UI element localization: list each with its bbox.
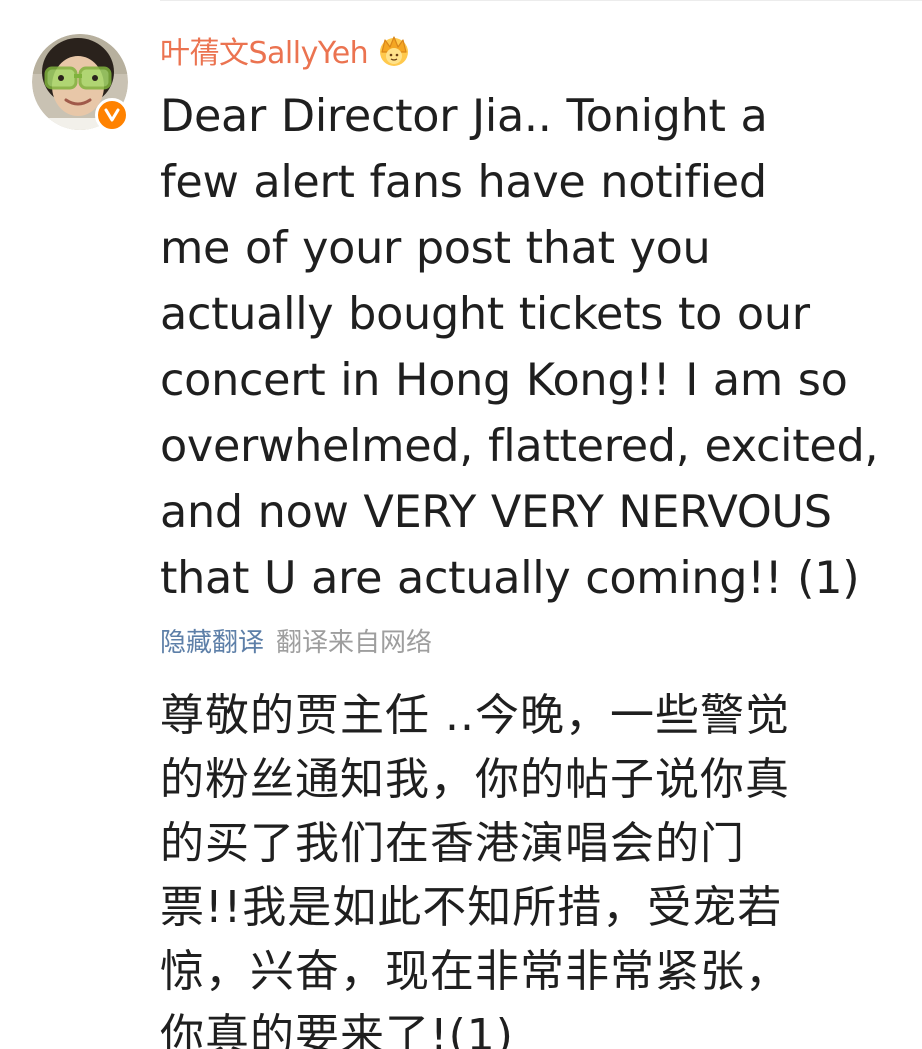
post-original-text: Dear Director Jia.. Tonight a few alert … [160,84,900,612]
original-line: me of your post that you [160,223,711,274]
author-header: 叶蒨文SallyYeh [160,28,412,72]
translated-line: 尊敬的贾主任 ..今晚，一些警觉 [160,690,790,741]
original-line: actually bought tickets to our [160,289,810,340]
translation-bar: 隐藏翻译 翻译来自网络 [160,620,432,660]
verified-badge-icon [95,98,129,132]
original-line: overwhelmed, flattered, excited, [160,421,879,472]
original-line: concert in Hong Kong!! I am so [160,355,848,406]
translated-line: 你真的要来了!(1) [160,1010,514,1049]
translated-line: 惊，兴奋，现在非常非常紧张， [160,946,790,997]
post-translated-text: 尊敬的贾主任 ..今晚，一些警觉 的粉丝通知我，你的帖子说你真 的买了我们在香港… [160,684,880,1049]
author-avatar-container[interactable] [32,34,129,132]
verified-v-icon [104,108,120,122]
original-line: Dear Director Jia.. Tonight a [160,91,768,142]
translation-source-label: 翻译来自网络 [276,627,433,658]
translated-line: 票!!我是如此不知所措，受宠若 [160,882,783,933]
author-name[interactable]: 叶蒨文SallyYeh [160,28,369,72]
hide-translation-link[interactable]: 隐藏翻译 [160,622,264,659]
original-line: and now VERY VERY NERVOUS [160,487,832,538]
translated-line: 的粉丝通知我，你的帖子说你真 [160,754,790,805]
top-divider [160,0,922,1]
original-line: few alert fans have notified [160,157,767,208]
original-line: that U are actually coming!! (1) [160,553,860,604]
translated-line: 的买了我们在香港演唱会的门 [160,818,745,869]
crown-icon[interactable] [376,32,412,68]
